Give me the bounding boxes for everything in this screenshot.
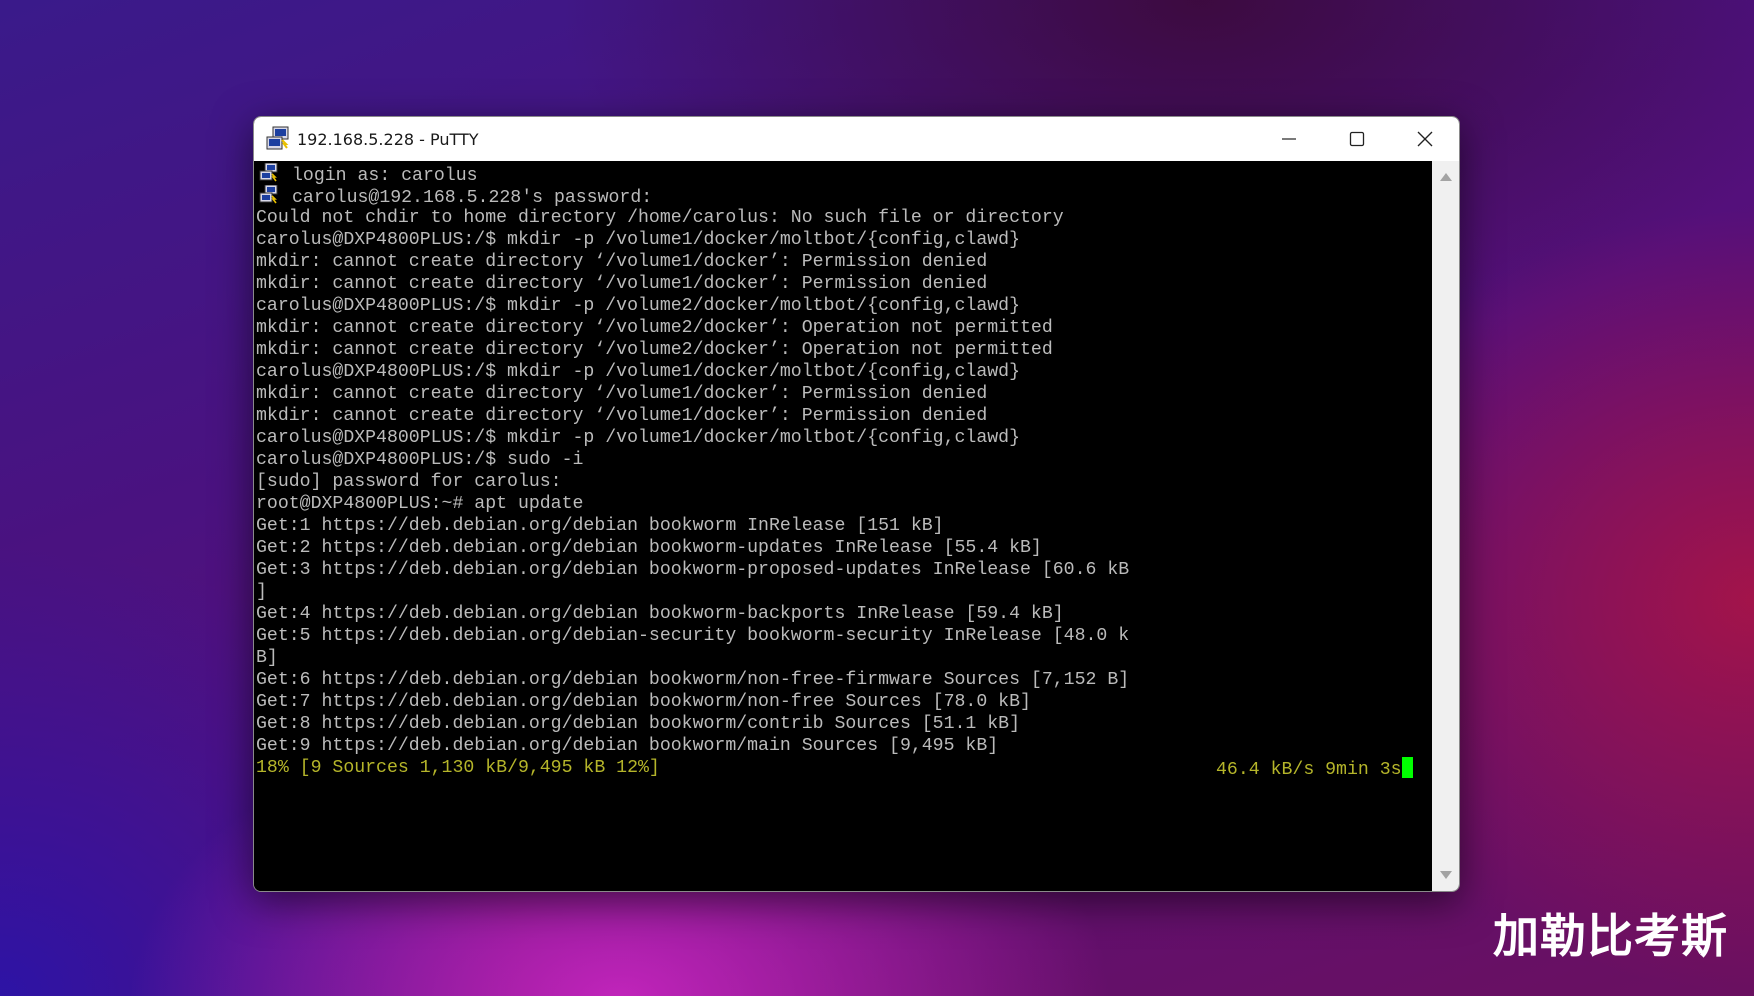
terminal-line-text: ] bbox=[256, 582, 267, 602]
close-icon bbox=[1417, 131, 1433, 147]
minimize-icon bbox=[1282, 138, 1296, 140]
terminal-line-text: carolus@DXP4800PLUS:/$ mkdir -p /volume2… bbox=[256, 296, 1020, 316]
terminal-line-text: Get:4 https://deb.debian.org/debian book… bbox=[256, 604, 1064, 624]
terminal-line-text: mkdir: cannot create directory ‘/volume1… bbox=[256, 252, 988, 272]
terminal-line-text: carolus@DXP4800PLUS:/$ mkdir -p /volume1… bbox=[256, 230, 1020, 250]
terminal-line-text: login as: carolus bbox=[292, 166, 478, 186]
terminal-line: Get:6 https://deb.debian.org/debian book… bbox=[256, 669, 1432, 691]
scroll-down-arrow-icon[interactable] bbox=[1440, 871, 1452, 879]
terminal-line: [sudo] password for carolus: bbox=[256, 471, 1432, 493]
terminal-line: Get:3 https://deb.debian.org/debian book… bbox=[256, 559, 1432, 581]
terminal-line-text: Could not chdir to home directory /home/… bbox=[256, 208, 1064, 228]
terminal-line: mkdir: cannot create directory ‘/volume2… bbox=[256, 339, 1432, 361]
terminal-line-text: mkdir: cannot create directory ‘/volume2… bbox=[256, 340, 1053, 360]
terminal-line: ] bbox=[256, 581, 1432, 603]
terminal-line-text: mkdir: cannot create directory ‘/volume1… bbox=[256, 384, 988, 404]
terminal-line: carolus@192.168.5.228's password: bbox=[256, 184, 1432, 208]
terminal-line: Get:8 https://deb.debian.org/debian book… bbox=[256, 713, 1432, 735]
terminal-line: root@DXP4800PLUS:~# apt update bbox=[256, 493, 1432, 515]
terminal-line-text: mkdir: cannot create directory ‘/volume2… bbox=[256, 318, 1053, 338]
terminal-line-text: B] bbox=[256, 648, 278, 668]
terminal-line: Get:9 https://deb.debian.org/debian book… bbox=[256, 735, 1432, 757]
apt-progress-status-line: 18% [9 Sources 1,130 kB/9,495 kB 12%] 46.… bbox=[256, 757, 1432, 781]
maximize-icon bbox=[1349, 131, 1365, 147]
putty-icon bbox=[257, 184, 283, 205]
terminal-line: mkdir: cannot create directory ‘/volume1… bbox=[256, 273, 1432, 295]
terminal-line: B] bbox=[256, 647, 1432, 669]
putty-window: 192.168.5.228 - PuTTY login as: carolus c… bbox=[253, 116, 1460, 892]
terminal-line-text: Get:6 https://deb.debian.org/debian book… bbox=[256, 670, 1130, 690]
vertical-scrollbar[interactable] bbox=[1432, 161, 1459, 891]
terminal-line: carolus@DXP4800PLUS:/$ sudo -i bbox=[256, 449, 1432, 471]
minimize-button[interactable] bbox=[1255, 117, 1323, 161]
terminal-line: Get:4 https://deb.debian.org/debian book… bbox=[256, 603, 1432, 625]
download-rate-eta-text: 46.4 kB/s 9min 3s bbox=[1216, 760, 1402, 780]
putty-icon bbox=[257, 162, 283, 183]
title-bar[interactable]: 192.168.5.228 - PuTTY bbox=[254, 117, 1459, 161]
terminal-line: carolus@DXP4800PLUS:/$ mkdir -p /volume1… bbox=[256, 229, 1432, 251]
terminal-line: mkdir: cannot create directory ‘/volume1… bbox=[256, 405, 1432, 427]
terminal-line: carolus@DXP4800PLUS:/$ mkdir -p /volume1… bbox=[256, 427, 1432, 449]
terminal-line-text: carolus@DXP4800PLUS:/$ mkdir -p /volume1… bbox=[256, 362, 1020, 382]
terminal-line: Get:5 https://deb.debian.org/debian-secu… bbox=[256, 625, 1432, 647]
terminal-line: mkdir: cannot create directory ‘/volume1… bbox=[256, 251, 1432, 273]
terminal-line-text: root@DXP4800PLUS:~# apt update bbox=[256, 494, 584, 514]
terminal-line: Get:2 https://deb.debian.org/debian book… bbox=[256, 537, 1432, 559]
progress-summary: 18% [9 Sources 1,130 kB/9,495 kB 12%] bbox=[256, 758, 660, 778]
watermark: 加勒比考斯 bbox=[1493, 909, 1728, 963]
terminal-line-text: Get:1 https://deb.debian.org/debian book… bbox=[256, 516, 944, 536]
scroll-up-arrow-icon[interactable] bbox=[1440, 173, 1452, 181]
download-rate-eta: 46.4 kB/s 9min 3s bbox=[1216, 757, 1413, 781]
window-title: 192.168.5.228 - PuTTY bbox=[297, 129, 479, 149]
maximize-button[interactable] bbox=[1323, 117, 1391, 161]
terminal-line-text: Get:9 https://deb.debian.org/debian book… bbox=[256, 736, 999, 756]
terminal-line-text: carolus@DXP4800PLUS:/$ mkdir -p /volume1… bbox=[256, 428, 1020, 448]
terminal-line-text: Get:3 https://deb.debian.org/debian book… bbox=[256, 560, 1130, 580]
terminal-line-text: Get:2 https://deb.debian.org/debian book… bbox=[256, 538, 1042, 558]
terminal-line: login as: carolus bbox=[256, 162, 1432, 186]
terminal-output[interactable]: login as: carolus carolus@192.168.5.228's… bbox=[254, 161, 1432, 891]
terminal-line-text: carolus@192.168.5.228's password: bbox=[292, 188, 653, 208]
terminal-line-text: mkdir: cannot create directory ‘/volume1… bbox=[256, 406, 988, 426]
terminal-line: Get:1 https://deb.debian.org/debian book… bbox=[256, 515, 1432, 537]
terminal-line-text: [sudo] password for carolus: bbox=[256, 472, 562, 492]
terminal-line: Could not chdir to home directory /home/… bbox=[256, 207, 1432, 229]
terminal-line-text: Get:7 https://deb.debian.org/debian book… bbox=[256, 692, 1031, 712]
terminal-cursor bbox=[1401, 757, 1413, 778]
terminal-line: mkdir: cannot create directory ‘/volume2… bbox=[256, 317, 1432, 339]
terminal-line-text: mkdir: cannot create directory ‘/volume1… bbox=[256, 274, 988, 294]
terminal-line-text: carolus@DXP4800PLUS:/$ sudo -i bbox=[256, 450, 584, 470]
terminal-line: carolus@DXP4800PLUS:/$ mkdir -p /volume1… bbox=[256, 361, 1432, 383]
close-button[interactable] bbox=[1391, 117, 1459, 161]
terminal-line-text: Get:5 https://deb.debian.org/debian-secu… bbox=[256, 626, 1130, 646]
terminal-line: mkdir: cannot create directory ‘/volume1… bbox=[256, 383, 1432, 405]
putty-icon[interactable] bbox=[265, 126, 291, 152]
terminal-line-text: Get:8 https://deb.debian.org/debian book… bbox=[256, 714, 1020, 734]
terminal-line: carolus@DXP4800PLUS:/$ mkdir -p /volume2… bbox=[256, 295, 1432, 317]
terminal-line: Get:7 https://deb.debian.org/debian book… bbox=[256, 691, 1432, 713]
